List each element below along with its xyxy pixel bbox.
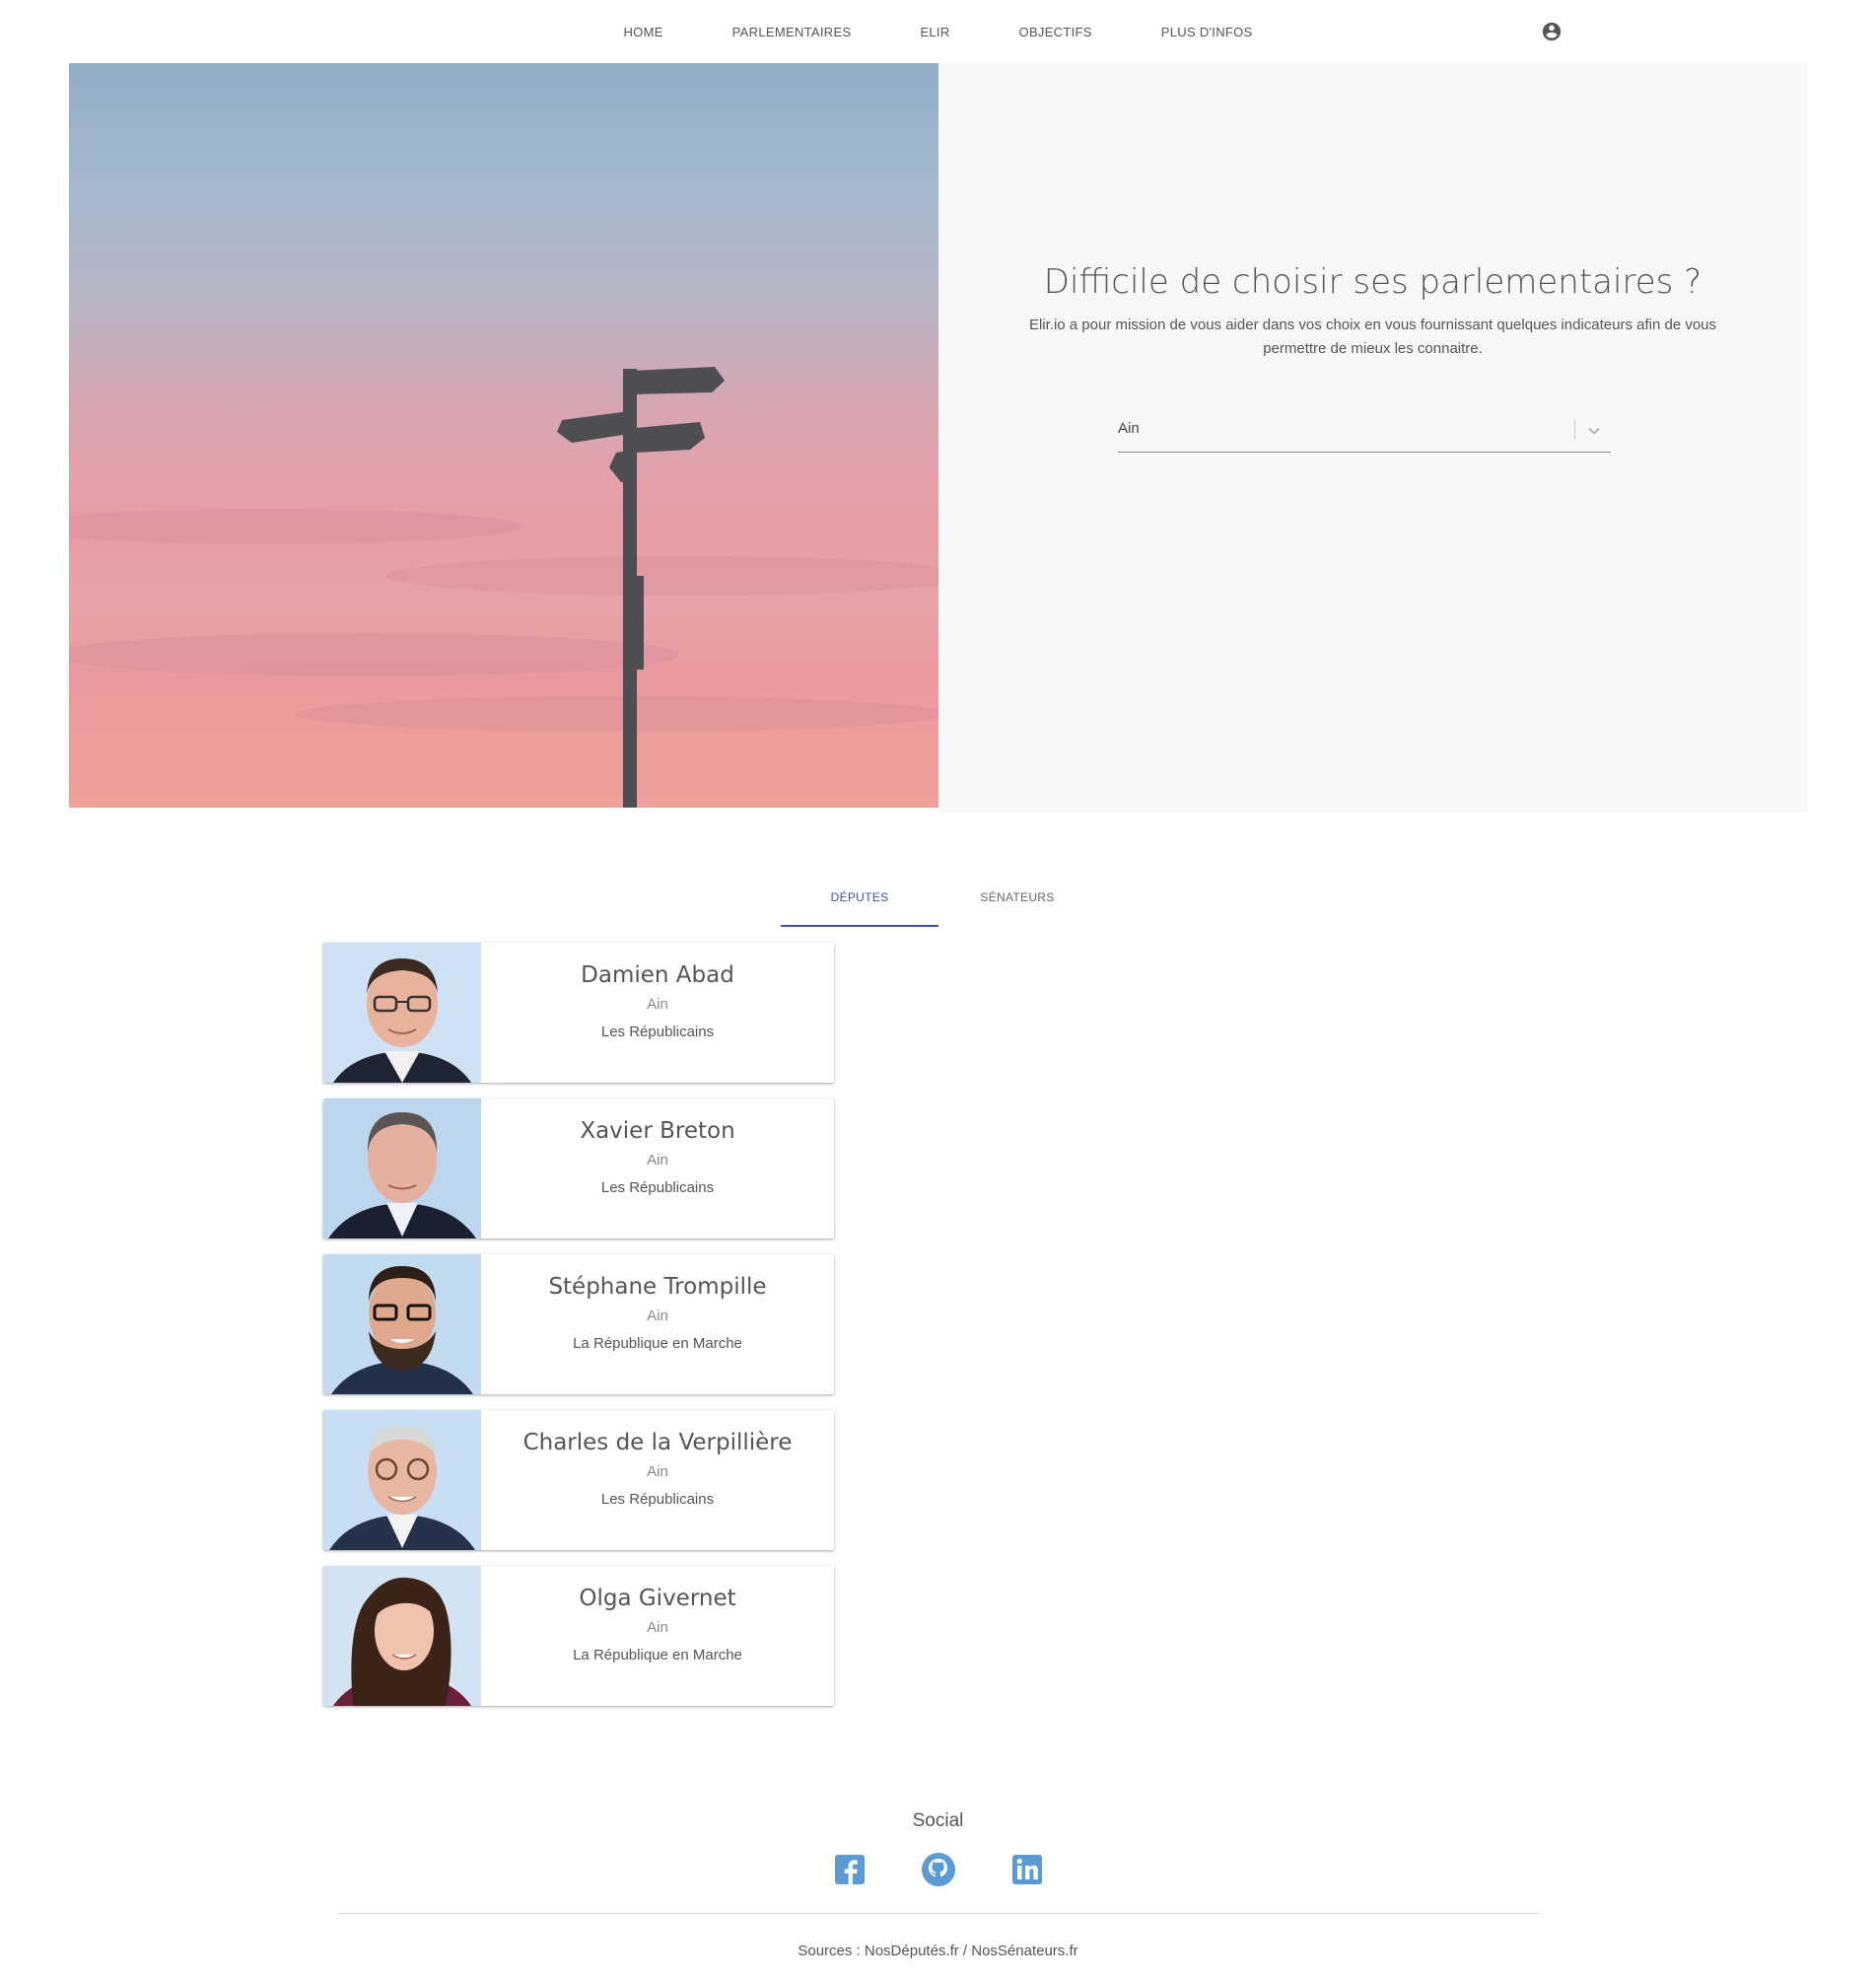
deputy-name: Stéphane Trompille [548,1274,767,1300]
card-body: Damien Abad Ain Les Républicains [481,943,834,1083]
nav-objectifs[interactable]: OBJECTIFS [1019,25,1092,39]
linkedin-icon[interactable] [1007,1850,1047,1889]
tab-deputes[interactable]: DÉPUTES [781,868,938,927]
deputy-card[interactable]: Olga Givernet Ain La République en March… [323,1566,834,1706]
deputy-department: Ain [647,1463,668,1480]
deputy-photo [323,1410,481,1550]
deputy-department: Ain [647,996,668,1013]
account-circle-icon[interactable] [1541,21,1563,42]
nav-links: HOME PARLEMENTAIRES ELIR OBJECTIFS PLUS … [0,0,1876,63]
deputy-photo [323,1254,481,1394]
deputy-name: Damien Abad [581,962,734,988]
tab-senateurs[interactable]: SÉNATEURS [938,868,1096,927]
social-title: Social [912,1810,964,1831]
department-select[interactable]: Ain [1118,410,1611,453]
hero-image [69,63,938,808]
deputy-card[interactable]: Stéphane Trompille Ain La République en … [323,1254,834,1394]
deputy-department: Ain [647,1152,668,1168]
select-separator [1574,420,1575,440]
nav-home[interactable]: HOME [623,25,662,39]
nav-parlementaires[interactable]: PARLEMENTAIRES [732,25,852,39]
deputy-card[interactable]: Xavier Breton Ain Les Républicains [323,1098,834,1238]
card-body: Stéphane Trompille Ain La République en … [481,1254,834,1394]
hero-description: Elir.io a pour mission de vous aider dan… [1028,317,1717,357]
facebook-icon[interactable] [830,1850,869,1889]
signpost-illustration [69,367,938,808]
sources-text: Sources : NosDéputés.fr / NosSénateurs.f… [798,1943,1078,1959]
footer-divider [337,1913,1539,1914]
social-icons [0,1850,1876,1889]
deputy-photo [323,1566,481,1706]
deputy-name: Xavier Breton [580,1118,735,1144]
deputy-party: Les Républicains [600,1179,715,1196]
deputy-party: La République en Marche [573,1335,742,1352]
deputy-name: Olga Givernet [579,1586,736,1611]
deputy-department: Ain [647,1308,668,1324]
deputy-party: Les Républicains [600,1024,715,1040]
deputy-card[interactable]: Charles de la Verpillière Ain Les Républ… [323,1410,834,1550]
deputy-photo [323,1098,481,1238]
top-nav: HOME PARLEMENTAIRES ELIR OBJECTIFS PLUS … [0,0,1876,63]
tab-indicator [781,925,938,927]
deputy-party: La République en Marche [573,1647,742,1663]
deputy-department: Ain [647,1619,668,1636]
select-value: Ain [1118,420,1140,437]
nav-plus-infos[interactable]: PLUS D'INFOS [1161,25,1253,39]
hero-title: Difficile de choisir ses parlementaires … [1043,262,1702,302]
github-icon[interactable] [919,1850,958,1889]
card-body: Charles de la Verpillière Ain Les Républ… [481,1410,834,1550]
deputy-card[interactable]: Damien Abad Ain Les Républicains [323,943,834,1083]
hero-panel: Difficile de choisir ses parlementaires … [938,63,1807,813]
deputy-name: Charles de la Verpillière [522,1430,793,1455]
nav-elir[interactable]: ELIR [920,25,949,39]
chevron-down-icon[interactable] [1587,424,1601,438]
card-body: Xavier Breton Ain Les Républicains [481,1098,834,1238]
deputy-party: Les Républicains [600,1491,715,1508]
card-body: Olga Givernet Ain La République en March… [481,1566,834,1706]
chamber-tabs: DÉPUTES SÉNATEURS [781,868,1096,929]
deputy-photo [323,943,481,1083]
